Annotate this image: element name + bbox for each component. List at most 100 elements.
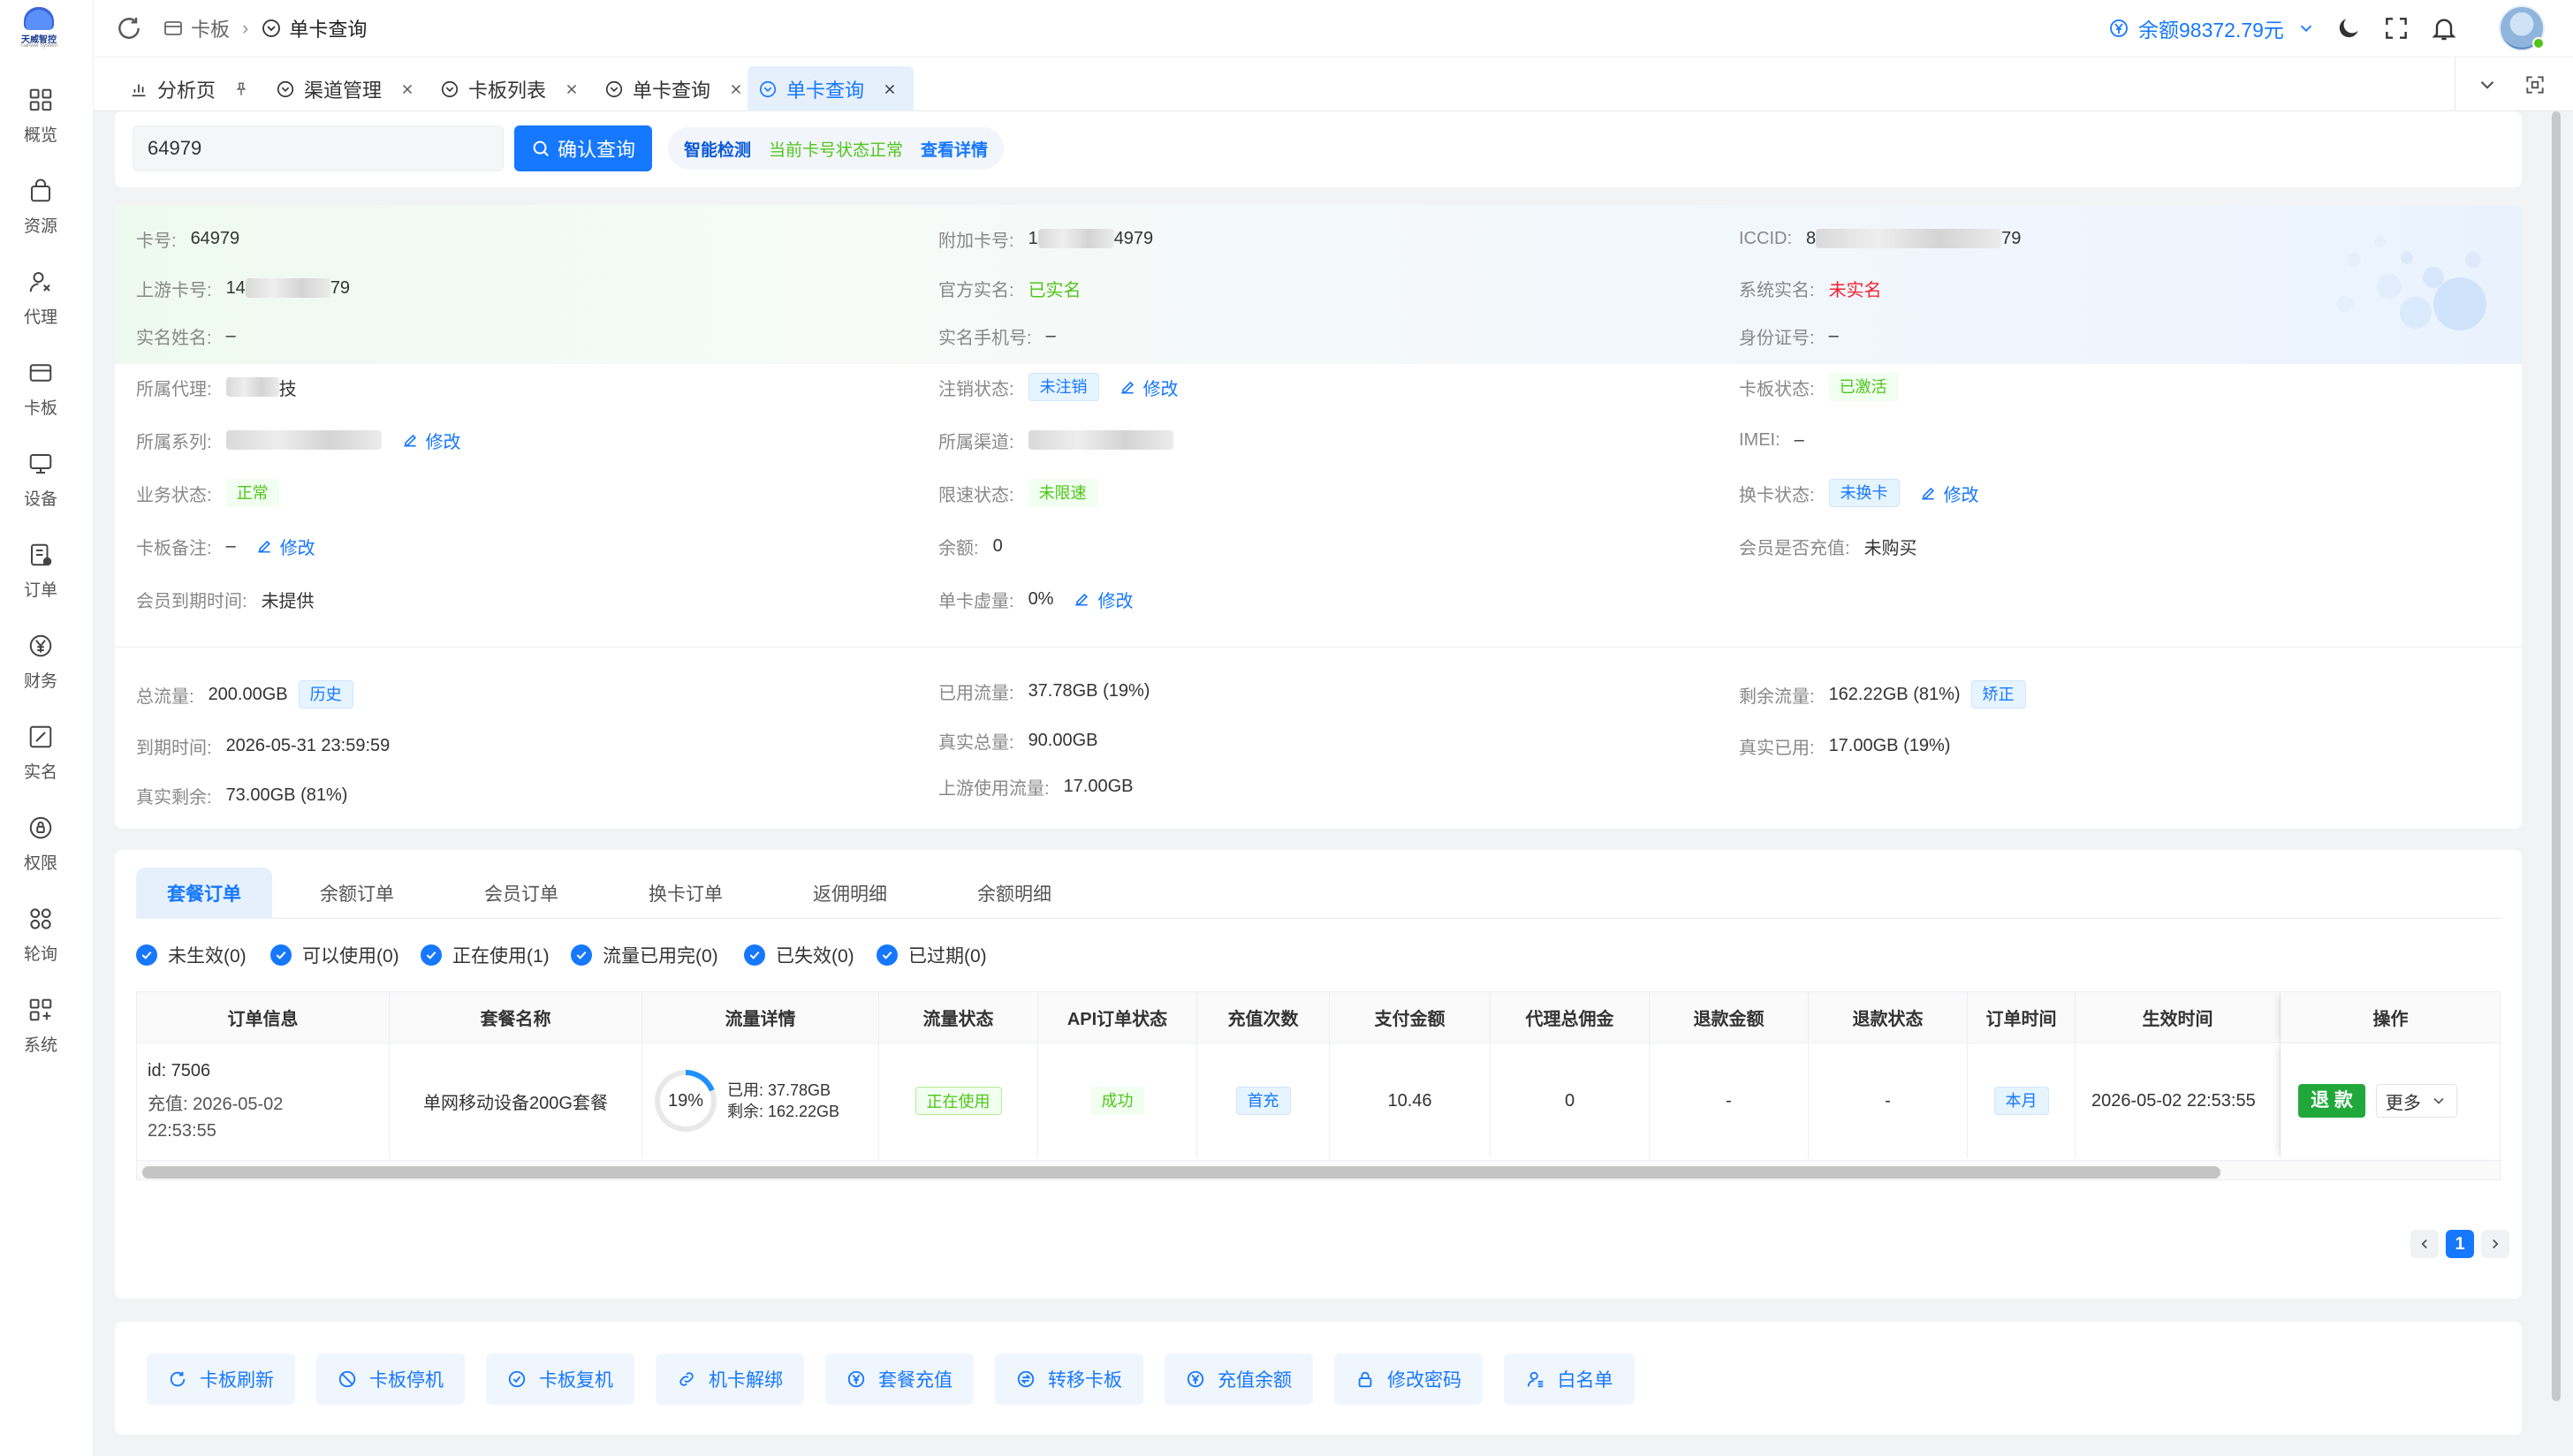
- blurred-value: [1816, 229, 2002, 248]
- unbind-button[interactable]: 机卡解绑: [656, 1354, 804, 1405]
- sidebar-item-overview[interactable]: 概览: [0, 87, 81, 163]
- smart-detection-label: 智能检测: [684, 140, 752, 160]
- sidebar-item-order[interactable]: 订单: [0, 542, 81, 618]
- close-icon[interactable]: [399, 81, 415, 97]
- edit-icon: [1921, 487, 1934, 500]
- sidebar-item-label: 轮询: [23, 945, 57, 964]
- refresh-icon[interactable]: [115, 14, 143, 42]
- card-search-input[interactable]: [133, 125, 504, 171]
- correct-button[interactable]: 矫正: [1970, 680, 2026, 709]
- commission: 0: [1491, 1043, 1650, 1158]
- filter-not-effective[interactable]: 未生效(0): [136, 942, 247, 968]
- prev-page-button[interactable]: [2410, 1230, 2439, 1258]
- package-recharge-button[interactable]: 套餐充值: [825, 1354, 974, 1405]
- chevron-down-icon: [2300, 25, 2312, 33]
- close-icon[interactable]: [728, 81, 744, 97]
- field-real-total: 真实总量: 90.00GB: [938, 730, 1098, 753]
- table-horizontal-scrollbar[interactable]: [142, 1166, 2220, 1179]
- card-stop-button[interactable]: 卡板停机: [316, 1354, 465, 1405]
- more-dropdown[interactable]: 更多: [2375, 1084, 2457, 1118]
- tab-analysis[interactable]: 分析页: [118, 66, 260, 112]
- page-scrollbar[interactable]: [2552, 111, 2561, 1401]
- cloud-logo-icon: [24, 7, 54, 30]
- tab-channel[interactable]: 渠道管理: [265, 66, 426, 112]
- sidebar-item-finance[interactable]: 财务: [0, 633, 81, 709]
- edit-remark-button[interactable]: 修改: [255, 534, 315, 559]
- page-number-button[interactable]: 1: [2446, 1230, 2474, 1258]
- filter-usable[interactable]: 可以使用(0): [270, 942, 399, 968]
- tab-single-query-active[interactable]: 单卡查询: [748, 66, 914, 112]
- sidebar-item-polling[interactable]: 轮询: [0, 906, 81, 982]
- tab-rebate-detail[interactable]: 返佣明细: [770, 868, 930, 919]
- edit-cancel-button[interactable]: 修改: [1119, 375, 1179, 400]
- chevron-down-icon[interactable]: [2476, 73, 2499, 96]
- circles-icon: [30, 908, 51, 929]
- filter-used-up[interactable]: 流量已用完(0): [571, 942, 718, 968]
- refund-amount: -: [1650, 1043, 1809, 1158]
- tab-card-list[interactable]: 卡板列表: [429, 66, 590, 112]
- sidebar-item-card[interactable]: 卡板: [0, 360, 81, 436]
- breadcrumb: 卡板 › 单卡查询: [163, 14, 367, 42]
- col-package-name: 套餐名称: [390, 992, 642, 1043]
- sidebar-item-system[interactable]: 系统: [0, 997, 81, 1073]
- tab-balance-orders[interactable]: 余额订单: [277, 868, 436, 919]
- next-page-button[interactable]: [2481, 1230, 2509, 1258]
- transfer-card-button[interactable]: 转移卡板: [995, 1354, 1143, 1405]
- tab-swap-orders[interactable]: 换卡订单: [606, 868, 765, 919]
- field-biz-status: 业务状态: 正常: [136, 479, 279, 507]
- breadcrumb-item[interactable]: 卡板: [191, 14, 230, 42]
- confirm-query-button[interactable]: 确认查询: [514, 125, 652, 171]
- field-official-realname: 官方实名: 已实名: [938, 280, 1082, 300]
- logo-subtext: Tianwei System: [19, 43, 58, 49]
- refund-button[interactable]: 退 款: [2298, 1084, 2365, 1118]
- card-resume-button[interactable]: 卡板复机: [486, 1354, 634, 1405]
- user-list-icon: [1527, 1371, 1543, 1388]
- avatar[interactable]: [2499, 5, 2545, 51]
- orders-card: 套餐订单 余额订单 会员订单 换卡订单 返佣明细 余额明细 未生效(0) 可以使…: [115, 850, 2522, 1299]
- fullscreen-tab-icon[interactable]: [2524, 73, 2546, 96]
- history-button[interactable]: 历史: [298, 680, 353, 709]
- top-header: 卡板 › 单卡查询 余额98372.79元: [94, 0, 2573, 57]
- sidebar-item-permission[interactable]: 权限: [0, 815, 81, 891]
- tab-single-query[interactable]: 单卡查询: [594, 66, 755, 112]
- moon-icon[interactable]: [2334, 14, 2363, 42]
- recharge-balance-button[interactable]: 充值余额: [1165, 1354, 1313, 1405]
- field-swap-status: 换卡状态: 未换卡 修改: [1739, 479, 1979, 507]
- view-details-link[interactable]: 查看详情: [921, 137, 988, 161]
- change-password-button[interactable]: 修改密码: [1334, 1354, 1483, 1405]
- close-icon[interactable]: [882, 81, 898, 97]
- tab-package-orders[interactable]: 套餐订单: [136, 868, 272, 919]
- field-agent: 所属代理: 技: [136, 373, 297, 401]
- filter-in-use[interactable]: 正在使用(1): [421, 942, 550, 968]
- check-circle-icon: [508, 1370, 526, 1388]
- close-icon[interactable]: [564, 81, 580, 97]
- balance-dropdown[interactable]: 余额98372.79元: [2108, 14, 2316, 42]
- edit-virtual-button[interactable]: 修改: [1073, 587, 1133, 612]
- card-refresh-button[interactable]: 卡板刷新: [147, 1354, 295, 1405]
- pin-icon[interactable]: [233, 81, 249, 97]
- col-pay-amount: 支付金额: [1330, 992, 1491, 1043]
- edit-swap-button[interactable]: 修改: [1919, 481, 1979, 506]
- brand-logo[interactable]: 天威智控 Tianwei System: [18, 5, 60, 51]
- bell-icon[interactable]: [2430, 14, 2458, 42]
- sidebar-item-realname[interactable]: 实名: [0, 724, 81, 800]
- tab-balance-detail[interactable]: 余额明细: [935, 868, 1094, 919]
- tab-label: 渠道管理: [304, 80, 383, 102]
- bar-chart-icon: [132, 84, 146, 97]
- sidebar-item-agent[interactable]: 代理: [0, 269, 81, 345]
- transfer-icon: [1017, 1370, 1035, 1388]
- checkbox-checked-icon: [136, 944, 157, 966]
- yen-icon: [847, 1370, 865, 1388]
- filter-invalid[interactable]: 已失效(0): [744, 942, 854, 968]
- col-operation: 操作: [2281, 992, 2500, 1043]
- sidebar-item-resource[interactable]: 资源: [0, 178, 81, 254]
- filter-expired[interactable]: 已过期(0): [877, 942, 987, 968]
- field-upstream-no: 上游卡号: 14 79: [136, 277, 351, 300]
- checkbox-checked-icon: [571, 944, 592, 966]
- tab-member-orders[interactable]: 会员订单: [442, 868, 601, 919]
- fullscreen-icon[interactable]: [2382, 14, 2410, 42]
- checkbox-checked-icon: [270, 944, 292, 966]
- whitelist-button[interactable]: 白名单: [1504, 1354, 1635, 1405]
- sidebar-item-device[interactable]: 设备: [0, 451, 81, 527]
- edit-series-button[interactable]: 修改: [401, 428, 461, 453]
